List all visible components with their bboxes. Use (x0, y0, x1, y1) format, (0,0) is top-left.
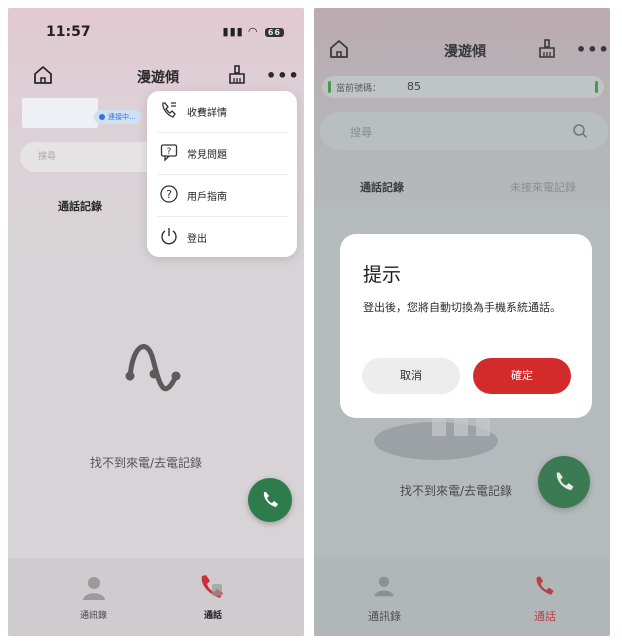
nav-calls[interactable]: 通話 (186, 568, 246, 628)
empty-state-text: 找不到來電/去電記錄 (90, 456, 203, 470)
home-icon[interactable] (32, 64, 54, 86)
svg-text:?: ? (166, 188, 172, 201)
account-number-box (22, 98, 98, 128)
faq-icon: ? (160, 144, 178, 162)
dialog-title: 提示 (363, 264, 402, 286)
wifi-icon: ◠ (248, 25, 259, 38)
empty-wave-icon (125, 344, 181, 392)
more-menu-icon[interactable]: ••• (266, 66, 300, 85)
phone-icon (263, 492, 278, 507)
signal-icon: ▮▮▮ (222, 25, 244, 38)
power-icon (161, 228, 177, 245)
battery-icon: 66 (264, 28, 284, 37)
connection-status-badge: 連接中... (94, 110, 141, 124)
phone-screen-menu: 11:57 ▮▮▮ ◠ 66 漫遊傾 ••• 連接中... 搜尋 通話記錄 收費… (8, 8, 304, 636)
contacts-icon (83, 577, 105, 600)
phone-bill-icon (162, 102, 176, 118)
menu-item-guide[interactable]: ? 用戶指南 (147, 175, 297, 216)
loading-icon (99, 114, 105, 120)
dropdown-menu: 收費詳情 ? 常見問題 ? 用戶指南 登出 (147, 91, 297, 257)
phone-screen-logout-dialog: 漫遊傾 ••• 當前號碼： 85 搜尋 通話記錄 未接來電記錄 找不到來電/去電… (314, 8, 610, 636)
dial-button[interactable] (248, 478, 292, 522)
nav-calls-label: 通話 (204, 611, 223, 621)
clean-broom-icon[interactable] (226, 64, 248, 86)
dialog-message: 登出後，您將自動切換為手機系統通話。 (363, 301, 561, 314)
confirm-button[interactable]: 確定 (473, 358, 571, 394)
menu-item-logout[interactable]: 登出 (147, 217, 297, 258)
status-time: 11:57 (46, 24, 91, 40)
logout-confirm-dialog: 提示 登出後，您將自動切換為手機系統通話。 取消 確定 (340, 234, 592, 418)
page-title: 漫遊傾 (137, 70, 179, 86)
calls-icon (201, 575, 223, 598)
help-icon: ? (160, 185, 178, 203)
bottom-nav: 通訊錄 通話 (8, 558, 304, 636)
signal-wifi-battery: ▮▮▮ ◠ 66 (223, 25, 284, 38)
menu-item-billing[interactable]: 收費詳情 (147, 91, 297, 132)
status-bar: 11:57 ▮▮▮ ◠ 66 (8, 8, 304, 52)
tab-call-log[interactable]: 通話記錄 (58, 198, 102, 214)
menu-item-faq[interactable]: ? 常見問題 (147, 133, 297, 174)
nav-contacts[interactable]: 通訊錄 (68, 568, 128, 628)
svg-text:?: ? (167, 147, 172, 157)
cancel-button[interactable]: 取消 (362, 358, 460, 394)
nav-contacts-label: 通訊錄 (80, 611, 108, 621)
